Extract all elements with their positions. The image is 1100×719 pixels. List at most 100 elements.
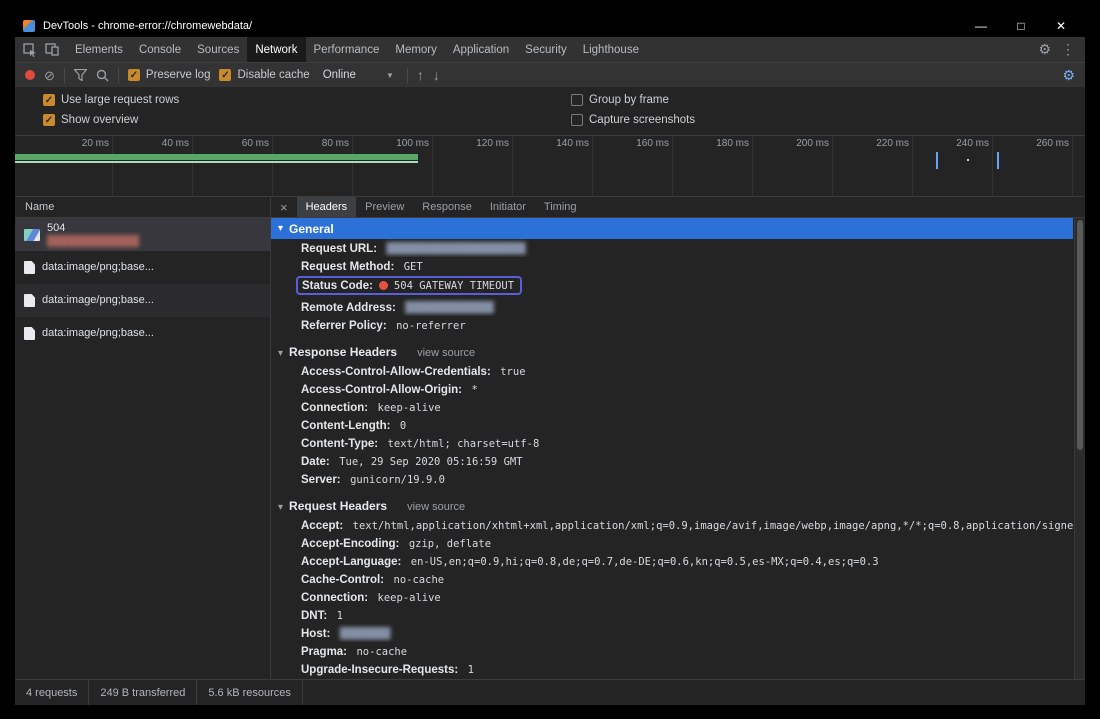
- import-har-icon[interactable]: ↑: [417, 68, 424, 82]
- request-row-504[interactable]: 504 █████████████: [15, 218, 270, 251]
- throttling-value: Online: [323, 69, 356, 81]
- tab-application[interactable]: Application: [445, 37, 517, 62]
- request-count: 4 requests: [15, 680, 89, 705]
- clear-network-log-icon[interactable]: ⊘: [44, 69, 55, 82]
- header-name: Content-Length:: [301, 420, 390, 432]
- response-headers-section-header[interactable]: ▾ Response Headers view source: [271, 339, 1073, 362]
- network-toolbar: ⊘ ✓ Preserve log ✓ Disable cache Online …: [15, 62, 1085, 87]
- overview-event-tick: [997, 152, 999, 169]
- settings-gear-icon[interactable]: ⚙: [1038, 41, 1051, 58]
- disable-cache-checkbox[interactable]: ✓: [219, 69, 231, 81]
- tab-elements[interactable]: Elements: [67, 37, 131, 62]
- header-row-remote-address: Remote Address: ██████████████: [271, 298, 1073, 316]
- redacted-value: ████████: [340, 628, 391, 640]
- header-name: DNT:: [301, 610, 327, 622]
- header-row: Server: gunicorn/19.9.0: [271, 470, 1073, 488]
- header-row: Connection: keep-alive: [271, 588, 1073, 606]
- devtools-app-icon: [23, 20, 35, 32]
- header-value: 0: [400, 420, 406, 432]
- header-name: Accept-Encoding:: [301, 538, 399, 550]
- timeline-tick-label: 200 ms: [753, 136, 833, 196]
- tab-console[interactable]: Console: [131, 37, 189, 62]
- header-row-request-method: Request Method: GET: [271, 257, 1073, 275]
- general-section-header[interactable]: ▾ General: [271, 218, 1073, 239]
- devtools-tab-bar: Elements Console Sources Network Perform…: [15, 37, 1085, 62]
- image-preview-icon: [24, 229, 40, 241]
- header-name: Server:: [301, 474, 341, 486]
- close-button[interactable]: ✕: [1041, 15, 1081, 37]
- tab-lighthouse[interactable]: Lighthouse: [575, 37, 647, 62]
- tab-timing[interactable]: Timing: [535, 197, 586, 217]
- group-by-frame-label: Group by frame: [589, 94, 669, 106]
- tab-initiator[interactable]: Initiator: [481, 197, 535, 217]
- header-name: Content-Type:: [301, 438, 378, 450]
- header-name: Request Method:: [301, 261, 394, 273]
- overview-event-dot: [967, 159, 969, 161]
- timeline-tick-label: 80 ms: [273, 136, 353, 196]
- header-value: text/html; charset=utf-8: [388, 438, 540, 450]
- inspect-element-icon[interactable]: [23, 43, 37, 57]
- response-headers-list: Access-Control-Allow-Credentials: true A…: [271, 362, 1073, 488]
- tab-network[interactable]: Network: [247, 37, 305, 62]
- request-name: data:image/png;base...: [42, 294, 154, 307]
- redacted-value: ██████████████: [405, 302, 494, 314]
- request-name: data:image/png;base...: [42, 261, 154, 274]
- preserve-log-checkbox[interactable]: ✓: [128, 69, 140, 81]
- tab-performance[interactable]: Performance: [306, 37, 388, 62]
- tab-preview[interactable]: Preview: [356, 197, 413, 217]
- minimize-button[interactable]: —: [961, 15, 1001, 37]
- header-row: Pragma: no-cache: [271, 642, 1073, 660]
- details-scrollbar[interactable]: [1074, 218, 1085, 679]
- view-source-link[interactable]: view source: [417, 347, 475, 359]
- status-code-highlight-box: Status Code: 504 GATEWAY TIMEOUT: [296, 276, 522, 295]
- header-row: User-Agent: Mozilla/5.0 (Windows NT 10.0…: [271, 678, 1073, 679]
- scrollbar-thumb[interactable]: [1077, 220, 1083, 450]
- maximize-button[interactable]: □: [1001, 15, 1041, 37]
- request-row-dataimage[interactable]: data:image/png;base...: [15, 317, 270, 350]
- timeline-tick-label: 260 ms: [993, 136, 1073, 196]
- header-name: Cache-Control:: [301, 574, 384, 586]
- capture-screenshots-checkbox[interactable]: [571, 114, 583, 126]
- group-by-frame-checkbox[interactable]: [571, 94, 583, 106]
- header-name: Connection:: [301, 592, 368, 604]
- disable-cache-label: Disable cache: [237, 69, 309, 81]
- export-har-icon[interactable]: ↓: [433, 68, 440, 82]
- request-details-panel: × Headers Preview Response Initiator Tim…: [271, 197, 1085, 679]
- tab-response[interactable]: Response: [413, 197, 481, 217]
- show-overview-checkbox[interactable]: ✓: [43, 114, 55, 126]
- record-network-log-button[interactable]: [25, 70, 35, 80]
- capture-screenshots-label: Capture screenshots: [589, 114, 695, 126]
- header-value: en-US,en;q=0.9,hi;q=0.8,de;q=0.7,de-DE;q…: [411, 556, 879, 568]
- network-overview[interactable]: 20 ms40 ms60 ms80 ms100 ms120 ms140 ms16…: [15, 135, 1085, 197]
- header-value: gzip, deflate: [409, 538, 491, 550]
- timeline-tick-label: 40 ms: [113, 136, 193, 196]
- general-section-title: General: [289, 222, 334, 236]
- request-list-panel: Name 504 █████████████ data:image/png;ba…: [15, 197, 271, 679]
- file-icon: [24, 261, 35, 274]
- header-row: Date: Tue, 29 Sep 2020 05:16:59 GMT: [271, 452, 1073, 470]
- tab-memory[interactable]: Memory: [387, 37, 445, 62]
- throttling-select[interactable]: Online ▼: [319, 68, 398, 82]
- tab-headers[interactable]: Headers: [297, 197, 357, 217]
- device-toolbar-icon[interactable]: [45, 43, 59, 56]
- header-row: Connection: keep-alive: [271, 398, 1073, 416]
- request-headers-section-header[interactable]: ▾ Request Headers view source: [271, 493, 1073, 516]
- more-options-kebab-icon[interactable]: ⋮: [1061, 41, 1075, 58]
- search-icon[interactable]: [96, 69, 109, 82]
- name-column-header[interactable]: Name: [15, 197, 270, 218]
- use-large-request-rows-checkbox[interactable]: ✓: [43, 94, 55, 106]
- network-conditions-gear-icon[interactable]: ⚙: [1062, 67, 1075, 84]
- request-row-dataimage[interactable]: data:image/png;base...: [15, 251, 270, 284]
- tab-security[interactable]: Security: [517, 37, 575, 62]
- view-source-link[interactable]: view source: [407, 501, 465, 513]
- header-value: no-referrer: [396, 320, 466, 332]
- show-overview-label: Show overview: [61, 114, 138, 126]
- request-row-dataimage[interactable]: data:image/png;base...: [15, 284, 270, 317]
- close-details-button[interactable]: ×: [271, 197, 297, 217]
- header-row: Access-Control-Allow-Origin: *: [271, 380, 1073, 398]
- filter-icon[interactable]: [74, 69, 87, 81]
- timeline-tick-label: 180 ms: [673, 136, 753, 196]
- network-options: ✓ Use large request rows Group by frame …: [15, 87, 1085, 135]
- tab-sources[interactable]: Sources: [189, 37, 247, 62]
- header-value: no-cache: [356, 646, 407, 658]
